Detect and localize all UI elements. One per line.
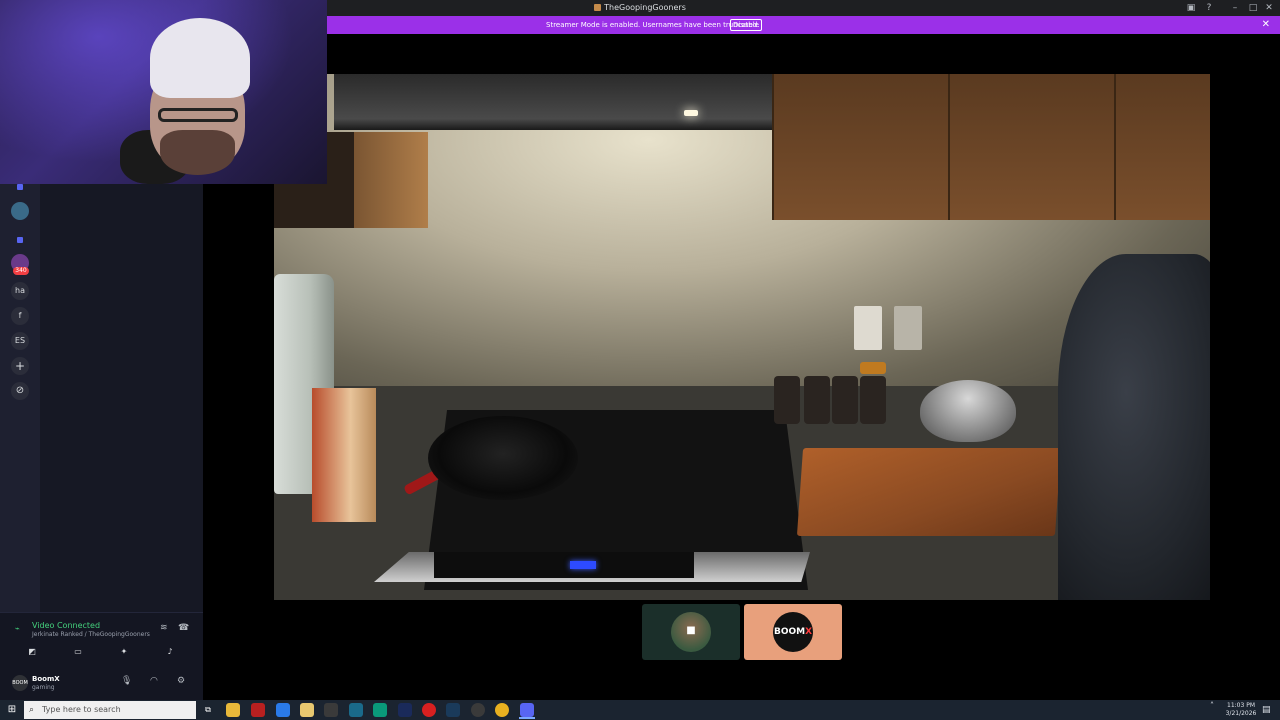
add-server-icon[interactable]: + bbox=[11, 357, 29, 375]
inbox-icon[interactable]: ▣ bbox=[1184, 2, 1198, 14]
stove-control-panel bbox=[434, 552, 694, 578]
active-app-indicator bbox=[519, 717, 535, 719]
activities-icon[interactable]: ✦ bbox=[105, 645, 143, 659]
spice-jar bbox=[832, 376, 858, 424]
screen-share-icon[interactable]: ▭ bbox=[59, 645, 97, 659]
noise-suppression-icon[interactable]: ≋ bbox=[160, 623, 168, 633]
voice-channel-name[interactable]: Jerkinate Ranked / TheGoopingGooners bbox=[32, 631, 150, 638]
explore-icon[interactable]: ⊘ bbox=[11, 382, 29, 400]
folder-icon[interactable] bbox=[300, 703, 314, 717]
voice-connected-status: Video Connected bbox=[32, 621, 101, 630]
boomx-avatar: BOOMX bbox=[773, 612, 813, 652]
close-banner-icon[interactable]: ✕ bbox=[1262, 19, 1270, 30]
upper-cabinet bbox=[772, 74, 948, 220]
notifications-icon[interactable]: ▤ bbox=[1262, 702, 1271, 718]
range-hood bbox=[334, 74, 794, 130]
toast-box bbox=[312, 388, 376, 522]
clock-date: 3/21/2026 bbox=[1225, 710, 1257, 717]
upper-cabinet-left bbox=[354, 132, 428, 228]
hood-light bbox=[684, 110, 698, 116]
help-icon[interactable]: ? bbox=[1202, 2, 1216, 14]
cast-iron-skillet bbox=[428, 416, 578, 500]
unread-indicator bbox=[17, 184, 23, 190]
windows-taskbar: ⊞ ⌕ Type here to search ⧉ ˄ 11:03 PM 3/2… bbox=[0, 700, 1280, 720]
spice-jar bbox=[860, 376, 886, 424]
folder-icon[interactable] bbox=[17, 237, 23, 243]
server-avatar-icon[interactable] bbox=[11, 202, 29, 220]
spice-jar bbox=[804, 376, 830, 424]
boomx-logo-accent: X bbox=[805, 627, 813, 637]
discord-icon[interactable] bbox=[520, 703, 534, 717]
user-avatar[interactable]: BOOM bbox=[12, 675, 28, 691]
edge-icon[interactable] bbox=[373, 703, 387, 717]
app-icon[interactable] bbox=[251, 703, 265, 717]
headphones-icon[interactable]: ◠ bbox=[150, 676, 158, 686]
connection-signal-icon: ⌁ bbox=[15, 624, 20, 633]
task-view-icon[interactable]: ⧉ bbox=[201, 703, 215, 717]
boomx-tile[interactable]: BOOMX bbox=[744, 604, 842, 660]
upper-cabinet bbox=[948, 74, 1114, 220]
app-icon[interactable] bbox=[324, 703, 338, 717]
beard bbox=[160, 130, 235, 175]
maximize-icon[interactable]: □ bbox=[1246, 2, 1260, 14]
mixing-bowl bbox=[920, 380, 1016, 442]
streamer-mode-message: Streamer Mode is enabled. Usernames have… bbox=[546, 21, 760, 29]
server-f[interactable]: f bbox=[11, 307, 29, 325]
taskbar-search[interactable]: ⌕ Type here to search bbox=[24, 701, 196, 719]
clock[interactable]: 11:03 PM 3/21/2026 bbox=[1222, 702, 1260, 718]
username[interactable]: BoomX bbox=[32, 675, 60, 683]
soundboard-icon[interactable]: ♪ bbox=[151, 645, 189, 659]
glasses bbox=[158, 108, 238, 122]
voice-status-panel: ⌁ Video Connected Jerkinate Ranked / The… bbox=[0, 612, 203, 700]
microphone-icon[interactable]: 🎙 bbox=[121, 676, 132, 686]
windows-start-icon[interactable]: ⊞ bbox=[6, 704, 18, 716]
person-cooking bbox=[1058, 254, 1210, 600]
wall-outlet bbox=[894, 306, 922, 350]
stream-video[interactable] bbox=[274, 74, 1210, 600]
clock-time: 11:03 PM bbox=[1227, 702, 1255, 709]
app-icon[interactable] bbox=[349, 703, 363, 717]
white-cap bbox=[150, 18, 250, 98]
disconnect-icon[interactable]: ☎ bbox=[178, 623, 189, 633]
disable-streamer-mode-button[interactable]: Disable bbox=[730, 19, 762, 31]
mention-badge: 340 bbox=[13, 267, 29, 275]
stove-display bbox=[570, 561, 596, 569]
close-icon[interactable]: ✕ bbox=[1262, 2, 1276, 14]
tray-chevron-icon[interactable]: ˄ bbox=[1210, 702, 1214, 710]
server-ha[interactable]: ha bbox=[11, 282, 29, 300]
server-icon bbox=[594, 4, 602, 11]
camera-off-icon[interactable]: ◩ bbox=[13, 645, 51, 659]
search-icon: ⌕ bbox=[29, 705, 35, 715]
app-icon[interactable] bbox=[276, 703, 290, 717]
cutting-board bbox=[796, 448, 1062, 536]
window-title-text: TheGoopingGooners bbox=[604, 3, 686, 12]
camera-tile[interactable]: ■ bbox=[642, 604, 740, 660]
spice-jar bbox=[774, 376, 800, 424]
app-icon[interactable] bbox=[398, 703, 412, 717]
boomx-logo-text: BOOM bbox=[773, 627, 806, 637]
steam-icon[interactable] bbox=[446, 703, 460, 717]
file-explorer-icon[interactable] bbox=[226, 703, 240, 717]
video-camera-icon: ■ bbox=[686, 625, 696, 636]
discord-app-window: TheGoopingGooners ▣ ? – □ ✕ Streamer Mod… bbox=[0, 0, 1280, 720]
user-status: gaming bbox=[32, 684, 55, 691]
search-placeholder: Type here to search bbox=[42, 705, 121, 714]
wall-outlet bbox=[854, 306, 882, 350]
upper-cabinet bbox=[1114, 74, 1210, 220]
app-icon[interactable] bbox=[471, 703, 485, 717]
server-es[interactable]: ES bbox=[11, 332, 29, 350]
minimize-icon[interactable]: – bbox=[1228, 2, 1242, 14]
chrome-icon[interactable] bbox=[495, 703, 509, 717]
streamer-webcam-overlay bbox=[0, 0, 327, 184]
settings-icon[interactable]: ⚙ bbox=[177, 676, 185, 686]
opera-icon[interactable] bbox=[422, 703, 436, 717]
